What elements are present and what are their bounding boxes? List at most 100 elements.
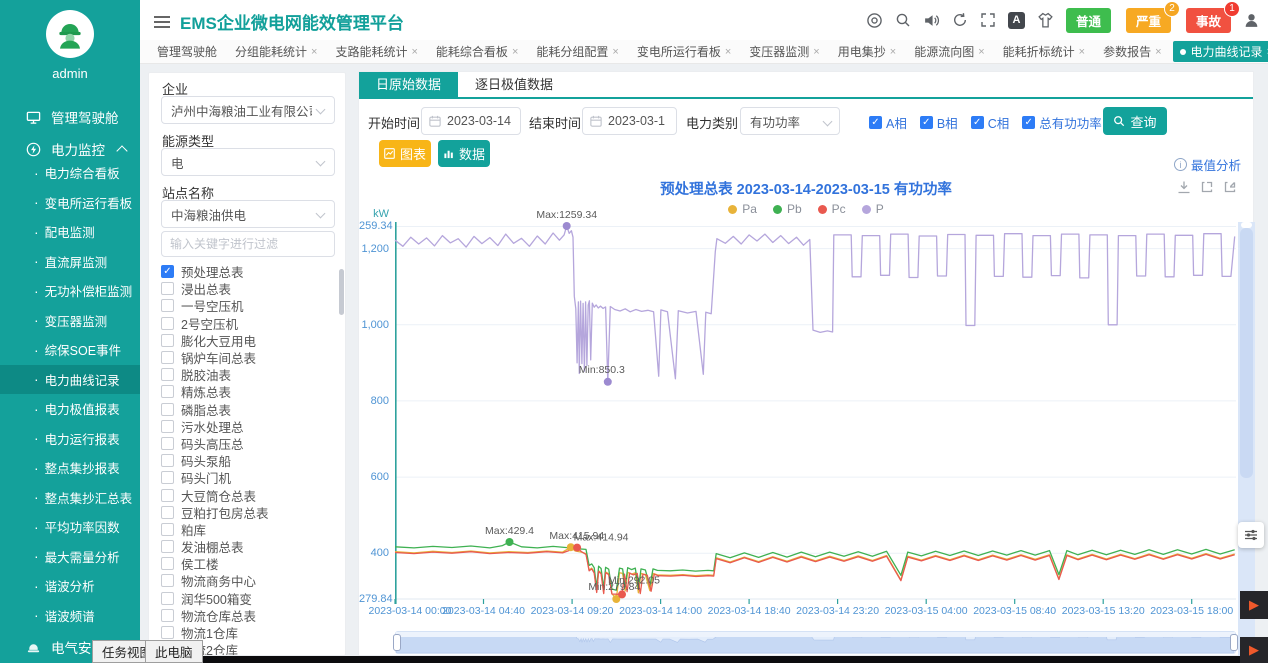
document-tab[interactable]: 能耗综合看板×: [429, 41, 525, 62]
meter-item[interactable]: ✓预处理总表: [161, 263, 341, 280]
download-icon[interactable]: [1177, 180, 1191, 194]
meter-checkbox[interactable]: [161, 385, 174, 398]
sidebar-subitem[interactable]: ·综保SOE事件: [0, 335, 140, 365]
meter-checkbox[interactable]: [161, 403, 174, 416]
hamburger-menu-icon[interactable]: [154, 13, 170, 31]
meter-item[interactable]: 锅炉车间总表: [161, 349, 341, 366]
legend-item[interactable]: Pc: [818, 202, 846, 216]
document-tab[interactable]: 用电集抄×: [831, 41, 903, 62]
tab-close-icon[interactable]: ×: [725, 46, 731, 58]
tab-close-icon[interactable]: ×: [612, 46, 618, 58]
translate-icon[interactable]: A: [1008, 12, 1025, 29]
document-tab[interactable]: 支路能耗统计×: [328, 41, 424, 62]
phase-checkbox-item[interactable]: ✓B相: [920, 113, 958, 132]
tab-close-icon[interactable]: ×: [411, 46, 417, 58]
meter-checkbox[interactable]: [161, 506, 174, 519]
sidebar-subitem[interactable]: ·平均功率因数: [0, 512, 140, 542]
refresh-icon[interactable]: [952, 12, 968, 28]
meter-checkbox[interactable]: [161, 437, 174, 450]
document-tab[interactable]: 能耗分组配置×: [529, 41, 625, 62]
sidebar-subitem[interactable]: ·电力运行报表: [0, 424, 140, 454]
tab-close-icon[interactable]: ×: [1155, 46, 1161, 58]
tab-daily-extreme-data[interactable]: 逐日极值数据: [458, 72, 570, 97]
alarm-badge[interactable]: 事故1: [1186, 8, 1231, 33]
meter-item[interactable]: 粕库: [161, 521, 341, 538]
sidebar-subitem[interactable]: ·整点集抄汇总表: [0, 483, 140, 513]
phase-checkbox[interactable]: ✓: [1022, 116, 1035, 129]
meter-item[interactable]: 精炼总表: [161, 383, 341, 400]
sidebar-subitem[interactable]: ·电力综合看板: [0, 158, 140, 188]
datazoom-right-handle[interactable]: [1230, 634, 1238, 651]
legend-item[interactable]: Pa: [728, 202, 757, 216]
user-icon[interactable]: [1243, 12, 1260, 29]
meter-checkbox[interactable]: [161, 454, 174, 467]
meter-item[interactable]: 物流1仓库: [161, 624, 341, 641]
page-scrollbar-thumb[interactable]: [1240, 228, 1253, 478]
zoom-select-icon[interactable]: [1200, 180, 1214, 194]
meter-checkbox[interactable]: [161, 574, 174, 587]
sidebar-subitem[interactable]: ·整点集抄报表: [0, 453, 140, 483]
document-tab[interactable]: 能源流向图×: [907, 41, 991, 62]
sidebar-subitem[interactable]: ·谐波分析: [0, 571, 140, 601]
tab-close-icon[interactable]: ×: [1079, 46, 1085, 58]
energy-type-select[interactable]: 电: [161, 148, 335, 176]
meter-item[interactable]: 膨化大豆用电: [161, 332, 341, 349]
document-tab[interactable]: 管理驾驶舱: [150, 41, 224, 62]
enterprise-select[interactable]: 泸州中海粮油工业有限公司: [161, 96, 335, 124]
meter-checkbox[interactable]: [161, 523, 174, 536]
alarm-badge[interactable]: 普通: [1066, 8, 1111, 33]
power-type-select[interactable]: 有功功率: [740, 107, 840, 135]
sidebar-subitem[interactable]: ·最大需量分析: [0, 542, 140, 572]
meter-item[interactable]: 豆粕打包房总表: [161, 504, 341, 521]
phase-checkbox[interactable]: ✓: [971, 116, 984, 129]
meter-item[interactable]: 脱胶油表: [161, 366, 341, 383]
meter-checkbox[interactable]: ✓: [161, 265, 174, 278]
meter-checkbox[interactable]: [161, 540, 174, 553]
meter-checkbox[interactable]: [161, 626, 174, 639]
meter-item[interactable]: 大豆筒仓总表: [161, 486, 341, 503]
meter-item[interactable]: 物流仓库总表: [161, 607, 341, 624]
sidebar-subitem[interactable]: ·谐波频谱: [0, 601, 140, 631]
chart-view-button[interactable]: 图表: [379, 140, 431, 167]
document-tab[interactable]: 变压器监测×: [742, 41, 826, 62]
sidebar-subitem[interactable]: ·配电监测: [0, 217, 140, 247]
meter-item[interactable]: 一号空压机: [161, 297, 341, 314]
station-select[interactable]: 中海粮油供电: [161, 200, 335, 228]
phase-checkbox-item[interactable]: ✓A相: [869, 113, 907, 132]
settings-float-button[interactable]: [1238, 522, 1264, 548]
meter-item[interactable]: 润华500箱变: [161, 590, 341, 607]
data-view-button[interactable]: 数据: [438, 140, 490, 167]
meter-item[interactable]: 2号空压机: [161, 315, 341, 332]
meter-checkbox[interactable]: [161, 489, 174, 502]
sidebar-subitem[interactable]: ·直流屏监测: [0, 247, 140, 277]
meter-item[interactable]: 侯工楼: [161, 555, 341, 572]
datazoom-slider[interactable]: [395, 631, 1236, 654]
list-scrollbar-thumb[interactable]: [339, 269, 344, 315]
document-tab[interactable]: 电力曲线记录×: [1173, 41, 1268, 62]
tab-close-icon[interactable]: ×: [512, 46, 518, 58]
meter-item[interactable]: 浸出总表: [161, 280, 341, 297]
keyword-filter-input[interactable]: [161, 231, 335, 257]
meter-checkbox[interactable]: [161, 317, 174, 330]
start-date-input[interactable]: 2023-03-14: [421, 107, 521, 135]
query-button[interactable]: 查询: [1103, 107, 1167, 135]
meter-checkbox[interactable]: [161, 592, 174, 605]
meter-item[interactable]: 码头高压总: [161, 435, 341, 452]
phase-checkbox[interactable]: ✓: [920, 116, 933, 129]
meter-checkbox[interactable]: [161, 299, 174, 312]
theme-shirt-icon[interactable]: [1037, 12, 1054, 29]
phase-checkbox-item[interactable]: ✓总有功功率: [1022, 113, 1102, 132]
meter-item[interactable]: 物流商务中心: [161, 572, 341, 589]
sidebar-subitem[interactable]: ·电力曲线记录: [0, 365, 140, 395]
end-date-input[interactable]: 2023-03-1: [582, 107, 677, 135]
meter-checkbox[interactable]: [161, 282, 174, 295]
restore-icon[interactable]: [1223, 180, 1237, 194]
legend-item[interactable]: Pb: [773, 202, 802, 216]
document-tab[interactable]: 变电所运行看板×: [630, 41, 738, 62]
meter-checkbox[interactable]: [161, 334, 174, 347]
meter-checkbox[interactable]: [161, 609, 174, 622]
meter-item[interactable]: 发油棚总表: [161, 538, 341, 555]
tab-close-icon[interactable]: ×: [978, 46, 984, 58]
meter-checkbox[interactable]: [161, 557, 174, 570]
target-icon[interactable]: [866, 12, 883, 29]
